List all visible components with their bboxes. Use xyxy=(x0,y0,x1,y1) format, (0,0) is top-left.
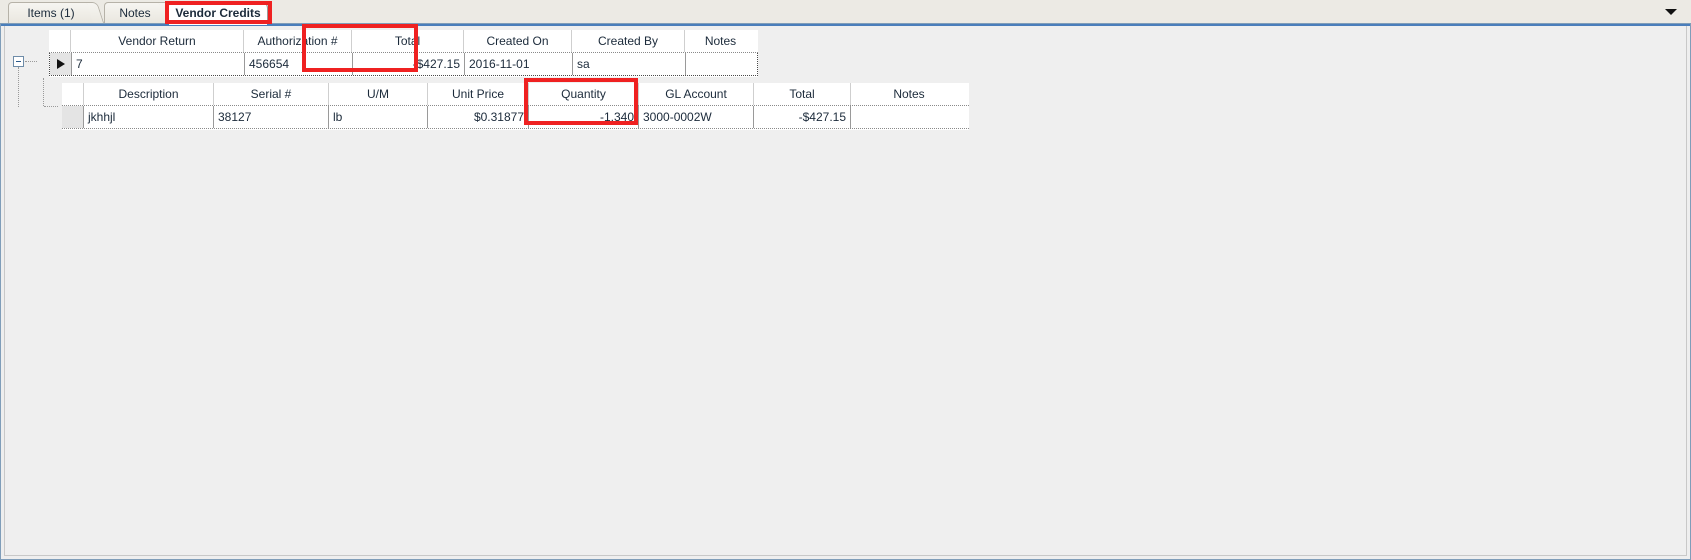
right-triangle-icon xyxy=(57,59,65,69)
column-header-serial[interactable]: Serial # xyxy=(214,83,329,105)
cell-child-total[interactable]: -$427.15 xyxy=(754,106,851,128)
table-row[interactable]: 7 456654 -$427.15 2016-11-01 sa xyxy=(49,53,758,76)
column-header-notes[interactable]: Notes xyxy=(685,30,756,52)
vendor-credit-detail-grid[interactable]: Description Serial # U/M Unit Price Quan… xyxy=(62,83,969,130)
cell-total[interactable]: -$427.15 xyxy=(353,53,465,75)
cell-authorization[interactable]: 456654 xyxy=(245,53,353,75)
cell-quantity[interactable]: -1,340 xyxy=(529,106,639,128)
column-header-unit-price[interactable]: Unit Price xyxy=(428,83,529,105)
column-header-um[interactable]: U/M xyxy=(329,83,428,105)
column-header-total[interactable]: Total xyxy=(352,30,464,52)
cell-notes[interactable] xyxy=(686,53,757,75)
tab-notes[interactable]: Notes xyxy=(104,2,166,23)
column-header-quantity[interactable]: Quantity xyxy=(529,83,639,105)
tree-connector-vertical-child xyxy=(43,78,45,106)
tree-connector-horizontal-child xyxy=(44,106,58,108)
cell-um[interactable]: lb xyxy=(329,106,428,128)
cell-serial[interactable]: 38127 xyxy=(214,106,329,128)
column-header-child-notes[interactable]: Notes xyxy=(851,83,967,105)
column-header-child-total[interactable]: Total xyxy=(754,83,851,105)
tab-vendor-credits[interactable]: Vendor Credits xyxy=(168,2,268,25)
tree-connector-horizontal xyxy=(25,61,37,63)
row-selector[interactable] xyxy=(50,53,72,75)
detail-row-selector[interactable] xyxy=(62,106,84,128)
vendor-credits-panel: Vendor Return Authorization # Total Crea… xyxy=(0,23,1691,560)
column-header-gl-account[interactable]: GL Account xyxy=(639,83,754,105)
tree-connector-vertical xyxy=(18,67,20,107)
tab-strip: Items (1) Notes Vendor Credits xyxy=(0,0,1691,25)
tab-items[interactable]: Items (1) xyxy=(8,2,94,23)
column-header-created-by[interactable]: Created By xyxy=(572,30,685,52)
table-row[interactable]: jkhhjl 38127 lb $0.31877 -1,340 3000-000… xyxy=(62,106,969,129)
detail-header-gutter xyxy=(62,83,84,105)
cell-child-notes[interactable] xyxy=(851,106,967,128)
cell-created-on[interactable]: 2016-11-01 xyxy=(465,53,573,75)
cell-description[interactable]: jkhhjl xyxy=(84,106,214,128)
column-header-created-on[interactable]: Created On xyxy=(464,30,572,52)
vendor-credits-grid-header: Vendor Return Authorization # Total Crea… xyxy=(49,30,758,53)
column-header-description[interactable]: Description xyxy=(84,83,214,105)
vendor-credits-grid[interactable]: Vendor Return Authorization # Total Crea… xyxy=(49,30,758,77)
cell-vendor-return[interactable]: 7 xyxy=(72,53,245,75)
header-gutter xyxy=(49,30,71,52)
cell-gl-account[interactable]: 3000-0002W xyxy=(639,106,754,128)
panel-body: Vendor Return Authorization # Total Crea… xyxy=(4,26,1687,556)
chevron-down-icon[interactable] xyxy=(1665,9,1677,15)
minus-box-icon xyxy=(16,61,21,62)
column-header-vendor-return[interactable]: Vendor Return xyxy=(71,30,244,52)
row-expander-toggle[interactable] xyxy=(13,56,24,67)
detail-grid-header: Description Serial # U/M Unit Price Quan… xyxy=(62,83,969,106)
cell-created-by[interactable]: sa xyxy=(573,53,686,75)
cell-unit-price[interactable]: $0.31877 xyxy=(428,106,529,128)
column-header-authorization[interactable]: Authorization # xyxy=(244,30,352,52)
